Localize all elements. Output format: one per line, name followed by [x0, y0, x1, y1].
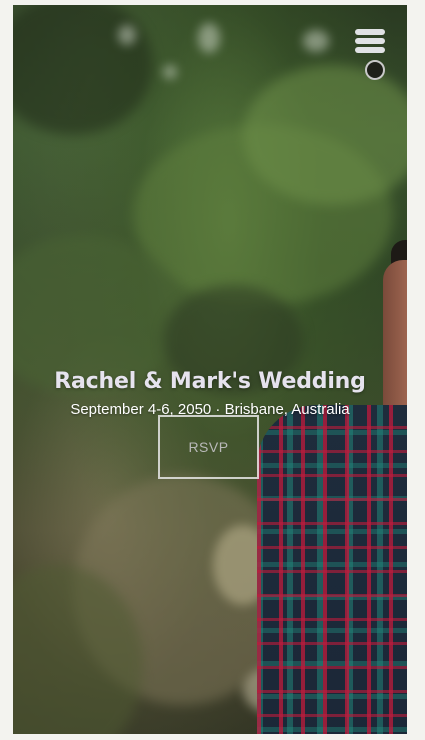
- person-plaid-shirt: [257, 405, 407, 734]
- circle-indicator-icon: [365, 60, 385, 80]
- hamburger-icon: [355, 28, 385, 35]
- hero-background-photo: Rachel & Mark's Wedding September 4-6, 2…: [13, 5, 407, 734]
- hamburger-menu-button[interactable]: [355, 27, 387, 57]
- light-spot: [198, 23, 220, 53]
- hamburger-icon-bar: [355, 37, 385, 44]
- wedding-title: Rachel & Mark's Wedding: [54, 369, 366, 394]
- hamburger-icon-bar: [355, 46, 385, 53]
- foliage-blur: [13, 5, 153, 135]
- rsvp-button[interactable]: RSVP: [158, 415, 259, 479]
- hero-content: Rachel & Mark's Wedding September 4-6, 2…: [13, 363, 407, 419]
- light-spot: [303, 30, 329, 52]
- light-spot: [118, 25, 136, 45]
- light-spot: [163, 65, 177, 79]
- page-frame: Rachel & Mark's Wedding September 4-6, 2…: [0, 0, 425, 740]
